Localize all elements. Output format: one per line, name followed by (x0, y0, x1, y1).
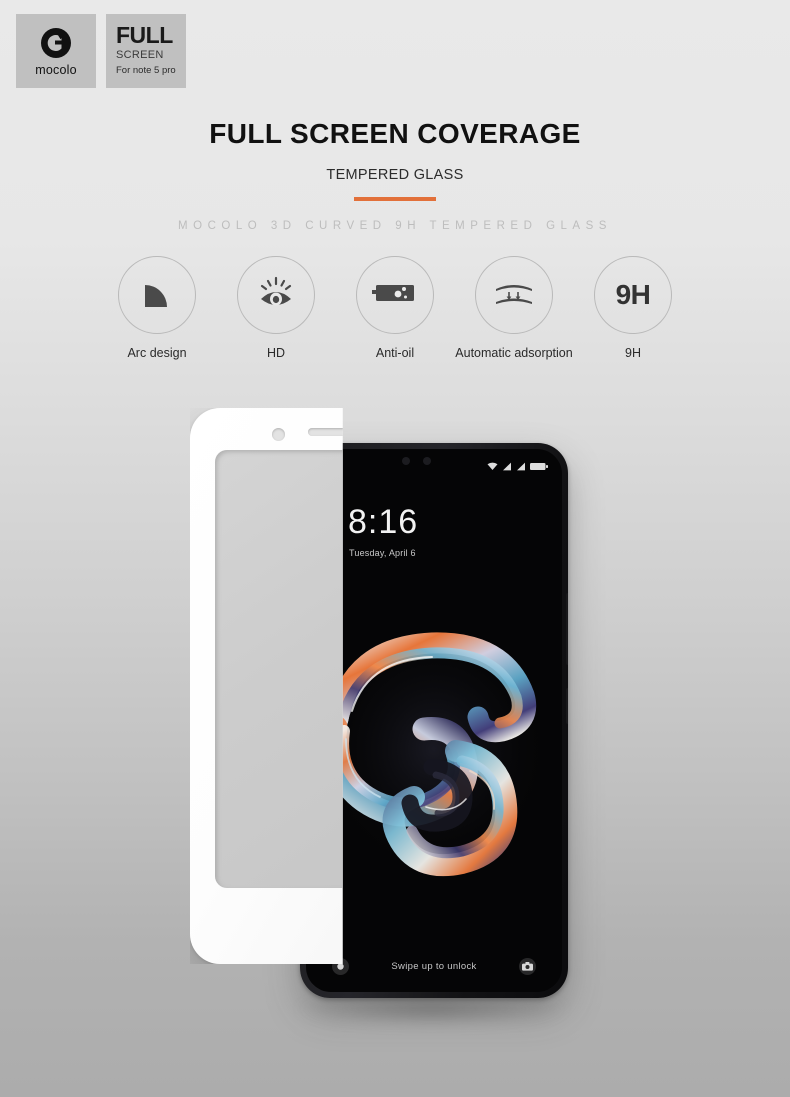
front-camera-icon (402, 457, 410, 465)
mocolo-wordmark: mocolo (35, 63, 77, 77)
earpiece-speaker-cutout (308, 428, 343, 436)
feature-icon-circle (237, 256, 315, 334)
arc-quarter-icon (137, 273, 177, 318)
lockscreen-bottom-bar: Swipe up to unlock (306, 958, 562, 975)
power-button[interactable] (566, 688, 568, 724)
accent-divider (354, 197, 436, 201)
badge-screen-label: SCREEN (116, 49, 164, 62)
feature-label: HD (266, 346, 286, 360)
front-camera-sensors (402, 457, 431, 465)
eye-icon (255, 273, 297, 318)
feature-item-9h: 9H 9H (574, 256, 693, 360)
feature-label: Automatic adsorption (455, 346, 573, 360)
feature-item-arc-design: Arc design (98, 256, 217, 360)
phone-screen: 8:16 Tuesday, April 6 Swipe up to unlock (306, 449, 562, 992)
brand-badges: mocolo FULL SCREEN For note 5 pro (16, 14, 186, 88)
battery-full-icon (530, 458, 548, 476)
status-bar (487, 458, 548, 476)
proximity-sensor-cutouts (390, 428, 403, 441)
front-camera-cutout (272, 428, 285, 441)
lockscreen-time: 8:16 (348, 503, 419, 541)
feature-icon-circle (118, 256, 196, 334)
signal-bars-icon (516, 458, 526, 476)
feature-item-anti-oil: Anti-oil (336, 256, 455, 360)
tracking-tagline: MOCOLO 3D CURVED 9H TEMPERED GLASS (178, 220, 612, 232)
adsorption-arrows-icon (491, 276, 537, 315)
feature-list: Arc design HD Anti-oil Automatic adsorpt… (0, 256, 790, 360)
badge-model-label: For note 5 pro (116, 64, 176, 76)
product-stage: 8:16 Tuesday, April 6 Swipe up to unlock (0, 388, 790, 1068)
mocolo-c-arrow-logo-icon (38, 25, 74, 61)
page-subtitle: TEMPERED GLASS (326, 167, 464, 183)
feature-label: Arc design (127, 346, 187, 360)
heading-block: FULL SCREEN COVERAGE TEMPERED GLASS MOCO… (0, 118, 790, 232)
wifi-icon (487, 458, 498, 476)
swipe-hint-text: Swipe up to unlock (391, 961, 477, 972)
full-screen-badge: FULL SCREEN For note 5 pro (106, 14, 186, 88)
feature-label: 9H (625, 346, 641, 360)
feature-icon-circle (356, 256, 434, 334)
camera-icon[interactable] (519, 958, 536, 975)
wallpaper-swirl-artwork (306, 599, 562, 899)
mocolo-logo-badge: mocolo (16, 14, 96, 88)
proximity-sensor-cutouts (412, 432, 417, 437)
feature-icon-circle (475, 256, 553, 334)
page-title: FULL SCREEN COVERAGE (209, 118, 581, 149)
oil-droplet-repel-icon (372, 279, 418, 312)
signal-bars-icon (502, 458, 512, 476)
feature-label: Anti-oil (375, 346, 415, 360)
feature-item-hd: HD (217, 256, 336, 360)
lockscreen-date: Tuesday, April 6 (349, 548, 416, 558)
proximity-sensor-icon (423, 457, 431, 465)
feature-item-automatic-adsorption: Automatic adsorption (455, 256, 574, 360)
feature-icon-circle: 9H (594, 256, 672, 334)
proximity-sensor-cutouts (368, 428, 381, 441)
volume-rocker[interactable] (566, 593, 568, 665)
badge-full-label: FULL (116, 22, 173, 49)
hardness-9h-icon: 9H (615, 279, 651, 310)
